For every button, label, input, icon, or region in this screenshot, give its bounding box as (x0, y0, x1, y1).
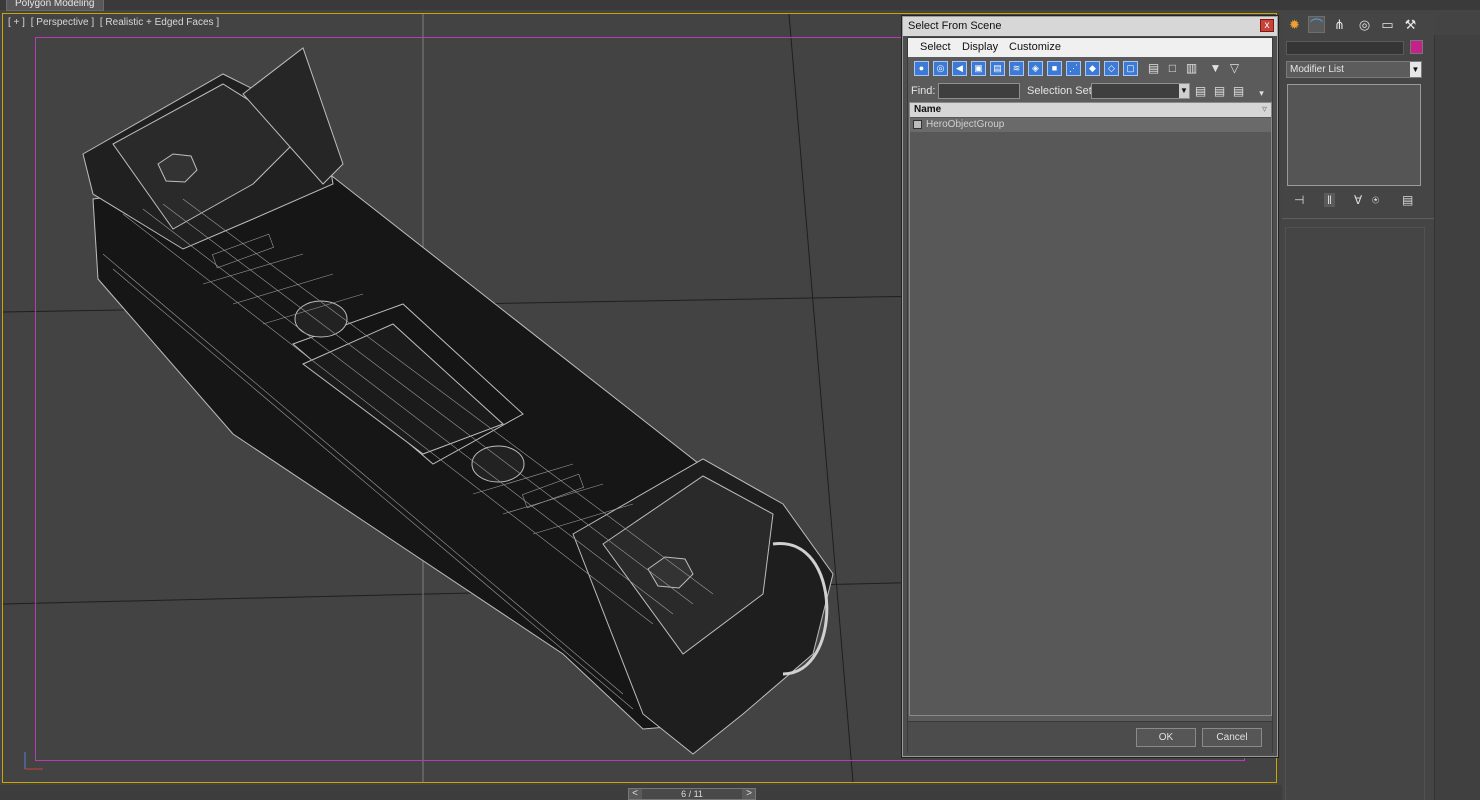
command-panel: ✹ ⌒ ⋔ ◎ ▭ ⚒ Modifier List ▼ ⊣ ǁ ∀ ⍟ ▤ (1282, 13, 1434, 800)
time-slider-next-button[interactable]: > (743, 788, 755, 800)
viewport-shading-label[interactable]: [ Realistic + Edged Faces ] (100, 17, 219, 28)
create-selection-set-icon[interactable]: ▤ (1193, 84, 1208, 99)
find-input[interactable] (938, 83, 1020, 99)
create-icon[interactable]: ✹ (1286, 16, 1303, 33)
column-header-label: Name (914, 104, 942, 115)
add-to-selection-set-icon[interactable]: ▤ (1212, 84, 1227, 99)
select-all-icon[interactable]: ▤ (1146, 61, 1161, 76)
select-from-scene-dialog: Select From Scene x Select Display Custo… (902, 16, 1278, 757)
display-icon[interactable]: ▭ (1379, 16, 1396, 33)
show-end-result-icon[interactable]: ǁ (1324, 193, 1335, 207)
cancel-button[interactable]: Cancel (1202, 728, 1262, 747)
ribbon-strip: Polygon Modeling (0, 0, 1480, 11)
stack-tools: ⊣ ǁ ∀ ⍟ ▤ (1286, 193, 1426, 211)
remove-modifier-icon[interactable]: ⍟ (1372, 193, 1379, 208)
time-slider-prev-button[interactable]: < (629, 788, 641, 800)
dialog-footer: OK Cancel (908, 721, 1272, 754)
viewport-label[interactable]: [ + ] [ Perspective ] [ Realistic + Edge… (8, 17, 222, 28)
close-icon[interactable]: x (1260, 19, 1274, 32)
ribbon-tab-polygon-modeling[interactable]: Polygon Modeling (6, 0, 104, 11)
object-name-field[interactable] (1286, 41, 1404, 55)
modifier-stack[interactable] (1287, 84, 1421, 186)
menu-select[interactable]: Select (920, 38, 951, 57)
scene-object-list[interactable]: Name ▿ g HeroObjectGroup (909, 102, 1272, 716)
select-invert-icon[interactable]: ▥ (1184, 61, 1199, 76)
viewport-view-label[interactable]: [ Perspective ] (31, 17, 94, 28)
display-lights-icon[interactable]: ◀ (952, 61, 967, 76)
select-none-icon[interactable]: □ (1165, 61, 1180, 76)
right-edge-panel (1434, 35, 1480, 800)
display-spacewarps-icon[interactable]: ≋ (1009, 61, 1024, 76)
chevron-down-icon[interactable]: ▼ (1410, 62, 1421, 77)
time-slider-thumb[interactable]: 6 / 11 (642, 789, 742, 799)
display-frozen-icon[interactable]: ◇ (1104, 61, 1119, 76)
column-header-name[interactable]: Name ▿ (910, 103, 1271, 117)
group-icon: g (913, 120, 922, 129)
find-row: Find: Selection Set: ▼ ▤ ▤ ▤ ▾ (908, 82, 1272, 102)
time-slider[interactable]: < 6 / 11 > (628, 788, 756, 800)
find-label: Find: (911, 85, 936, 97)
display-groups-icon[interactable]: ◈ (1028, 61, 1043, 76)
parameters-rollout (1285, 227, 1425, 800)
modify-icon[interactable]: ⌒ (1308, 16, 1325, 33)
motion-icon[interactable]: ◎ (1356, 16, 1373, 33)
object-color-swatch[interactable] (1410, 40, 1423, 54)
dialog-title[interactable]: Select From Scene (903, 17, 1277, 36)
chevron-down-icon[interactable]: ▼ (1179, 84, 1189, 98)
hierarchy-icon[interactable]: ⋔ (1331, 16, 1348, 33)
display-bones-icon[interactable]: ⋰ (1066, 61, 1081, 76)
display-helpers-icon[interactable]: ▤ (990, 61, 1005, 76)
modifier-list-label: Modifier List (1290, 64, 1344, 75)
chevron-down-icon[interactable]: ▾ (1254, 86, 1269, 101)
make-unique-icon[interactable]: ∀ (1354, 193, 1362, 207)
dialog-toolbar: ● ◎ ◀ ▣ ▤ ≋ ◈ ■ ⋰ ◆ ◇ ▢ ▤ □ ▥ ▼ ▽ (910, 60, 1270, 80)
filter-icon[interactable]: ▼ (1208, 61, 1223, 76)
list-item-name: HeroObjectGroup (926, 119, 1005, 130)
command-panel-tabs: ✹ ⌒ ⋔ ◎ ▭ ⚒ (1286, 15, 1426, 35)
display-containers-icon[interactable]: ◆ (1085, 61, 1100, 76)
viewport-menu-plus[interactable]: [ + ] (8, 17, 25, 28)
utilities-icon[interactable]: ⚒ (1402, 16, 1419, 33)
pin-stack-icon[interactable]: ⊣ (1294, 193, 1304, 207)
remove-from-selection-set-icon[interactable]: ▤ (1231, 84, 1246, 99)
modifier-list-dropdown[interactable]: Modifier List ▼ (1286, 61, 1422, 78)
display-shapes-icon[interactable]: ◎ (933, 61, 948, 76)
configure-modifier-sets-icon[interactable]: ▤ (1402, 193, 1413, 207)
display-cameras-icon[interactable]: ▣ (971, 61, 986, 76)
menu-display[interactable]: Display (962, 38, 998, 57)
dialog-menubar: Select Display Customize (908, 38, 1272, 57)
display-xrefs-icon[interactable]: ■ (1047, 61, 1062, 76)
bottom-bar: < 6 / 11 > (0, 785, 1282, 800)
menu-customize[interactable]: Customize (1009, 38, 1061, 57)
ok-button[interactable]: OK (1136, 728, 1196, 747)
selection-set-dropdown[interactable]: ▼ (1091, 83, 1190, 99)
display-hidden-icon[interactable]: ▢ (1123, 61, 1138, 76)
filter-options-icon[interactable]: ▽ (1227, 61, 1242, 76)
column-filter-icon[interactable]: ▿ (1262, 103, 1267, 117)
display-geometry-icon[interactable]: ● (914, 61, 929, 76)
selection-set-label: Selection Set: (1027, 85, 1095, 97)
dialog-body: Select Display Customize ● ◎ ◀ ▣ ▤ ≋ ◈ ■… (907, 37, 1273, 754)
list-item[interactable]: g HeroObjectGroup (910, 118, 1271, 132)
panel-divider (1282, 218, 1434, 219)
